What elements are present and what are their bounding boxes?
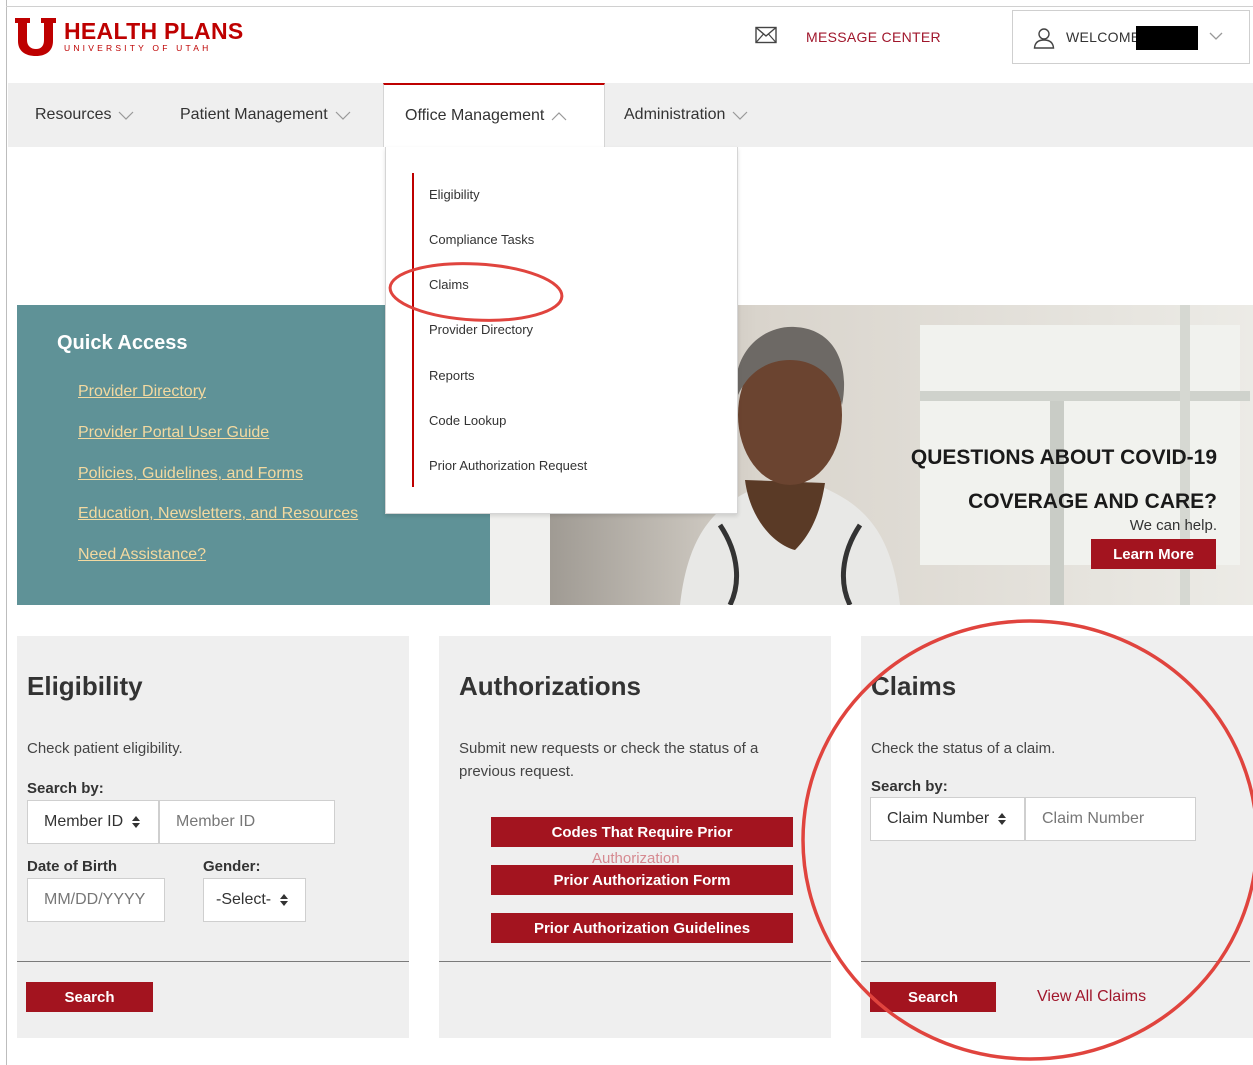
nav-administration[interactable]: Administration	[624, 83, 748, 147]
eligibility-search-button[interactable]: Search	[26, 982, 153, 1012]
health-plans-logo[interactable]: HEALTH PLANS UNIVERSITY OF UTAH	[14, 16, 244, 56]
claims-search-by-label: Search by:	[871, 778, 948, 795]
codes-require-prior-button[interactable]: Codes That Require Prior	[491, 817, 793, 847]
nav-label: Administration	[624, 106, 726, 123]
view-all-claims-link[interactable]: View All Claims	[1037, 988, 1146, 1006]
dropdown-item-provider-directory[interactable]: Provider Directory	[429, 322, 533, 337]
sort-arrows-icon	[998, 813, 1007, 825]
covid-subtext: We can help.	[1129, 517, 1217, 534]
dob-label: Date of Birth	[27, 858, 117, 875]
top-divider	[6, 6, 1253, 7]
card-divider	[17, 961, 409, 962]
eligibility-description: Check patient eligibility.	[27, 740, 183, 757]
university-u-logo-icon	[15, 18, 56, 56]
covid-heading-line1: QUESTIONS ABOUT COVID-19	[910, 446, 1217, 469]
eligibility-card: Eligibility Check patient eligibility. S…	[17, 636, 409, 1038]
chevron-down-icon	[732, 111, 748, 120]
logo-subtitle: UNIVERSITY OF UTAH	[64, 43, 212, 53]
gender-label: Gender:	[203, 858, 261, 875]
redacted-username	[1136, 26, 1198, 50]
nav-resources[interactable]: Resources	[35, 83, 134, 147]
dropdown-item-code-lookup[interactable]: Code Lookup	[429, 413, 506, 428]
sort-arrows-icon	[280, 894, 289, 906]
nav-label: Resources	[35, 106, 112, 123]
chevron-down-icon	[119, 111, 134, 120]
dropdown-item-eligibility[interactable]: Eligibility	[429, 187, 480, 202]
sort-arrows-icon	[132, 816, 141, 828]
dropdown-item-claims[interactable]: Claims	[429, 277, 469, 292]
authorizations-description: Submit new requests or check the status …	[459, 740, 759, 780]
chevron-down-icon	[1209, 32, 1223, 40]
dropdown-item-prior-authorization-request[interactable]: Prior Authorization Request	[429, 458, 587, 473]
logo-text: HEALTH PLANS UNIVERSITY OF UTAH	[64, 19, 244, 53]
eligibility-search-by-label: Search by:	[27, 780, 104, 797]
dropdown-item-reports[interactable]: Reports	[429, 368, 475, 383]
dropdown-item-compliance-tasks[interactable]: Compliance Tasks	[429, 232, 534, 247]
welcome-user-menu[interactable]: WELCOME	[1012, 10, 1250, 64]
claim-number-input[interactable]: Claim Number	[1025, 797, 1196, 841]
authorizations-title: Authorizations	[459, 671, 641, 701]
authorizations-card: Authorizations Submit new requests or ch…	[439, 636, 831, 1038]
chevron-up-icon	[551, 112, 567, 121]
dropdown-accent-bar	[412, 173, 414, 487]
member-id-input[interactable]: Member ID	[159, 800, 335, 844]
user-icon	[1033, 28, 1055, 49]
nav-label: Patient Management	[180, 106, 328, 123]
envelope-icon[interactable]	[755, 26, 777, 44]
message-center-link[interactable]: MESSAGE CENTER	[806, 29, 941, 45]
nav-label: Office Management	[405, 107, 545, 124]
nav-patient-management[interactable]: Patient Management	[180, 83, 351, 147]
learn-more-button[interactable]: Learn More	[1091, 539, 1216, 569]
quick-link-user-guide[interactable]: Provider Portal User Guide	[78, 424, 269, 442]
select-value: -Select-	[216, 891, 272, 908]
quick-link-need-assistance[interactable]: Need Assistance?	[78, 546, 206, 564]
quick-link-policies[interactable]: Policies, Guidelines, and Forms	[78, 465, 303, 483]
claims-search-by-select[interactable]: Claim Number	[870, 797, 1025, 841]
claims-title: Claims	[871, 671, 957, 701]
claims-search-button[interactable]: Search	[870, 982, 996, 1012]
logo-title: HEALTH PLANS	[64, 18, 244, 44]
quick-link-provider-directory[interactable]: Provider Directory	[78, 383, 206, 401]
card-divider	[439, 961, 831, 962]
prior-authorization-guidelines-button[interactable]: Prior Authorization Guidelines	[491, 913, 793, 943]
dob-input[interactable]: MM/DD/YYYY	[27, 878, 165, 922]
eligibility-title: Eligibility	[27, 671, 143, 701]
gender-select[interactable]: -Select-	[203, 878, 306, 922]
claims-card: Claims Check the status of a claim. Sear…	[861, 636, 1253, 1038]
eligibility-search-by-select[interactable]: Member ID	[27, 800, 159, 844]
select-value: Member ID	[44, 813, 124, 830]
quick-access-title: Quick Access	[57, 332, 188, 354]
welcome-label: WELCOME	[1066, 29, 1141, 45]
nav-office-management[interactable]: Office Management	[383, 83, 605, 147]
covid-heading-line2: COVERAGE AND CARE?	[968, 490, 1217, 513]
prior-authorization-form-button[interactable]: Prior Authorization Form	[491, 865, 793, 895]
chevron-down-icon	[335, 111, 351, 120]
card-divider	[861, 961, 1250, 962]
quick-link-education[interactable]: Education, Newsletters, and Resources	[78, 505, 358, 523]
office-management-dropdown: Eligibility Compliance Tasks Claims Prov…	[385, 147, 738, 514]
main-nav: Resources Patient Management Office Mana…	[8, 83, 1253, 147]
claims-description: Check the status of a claim.	[871, 740, 1056, 757]
select-value: Claim Number	[887, 810, 990, 827]
